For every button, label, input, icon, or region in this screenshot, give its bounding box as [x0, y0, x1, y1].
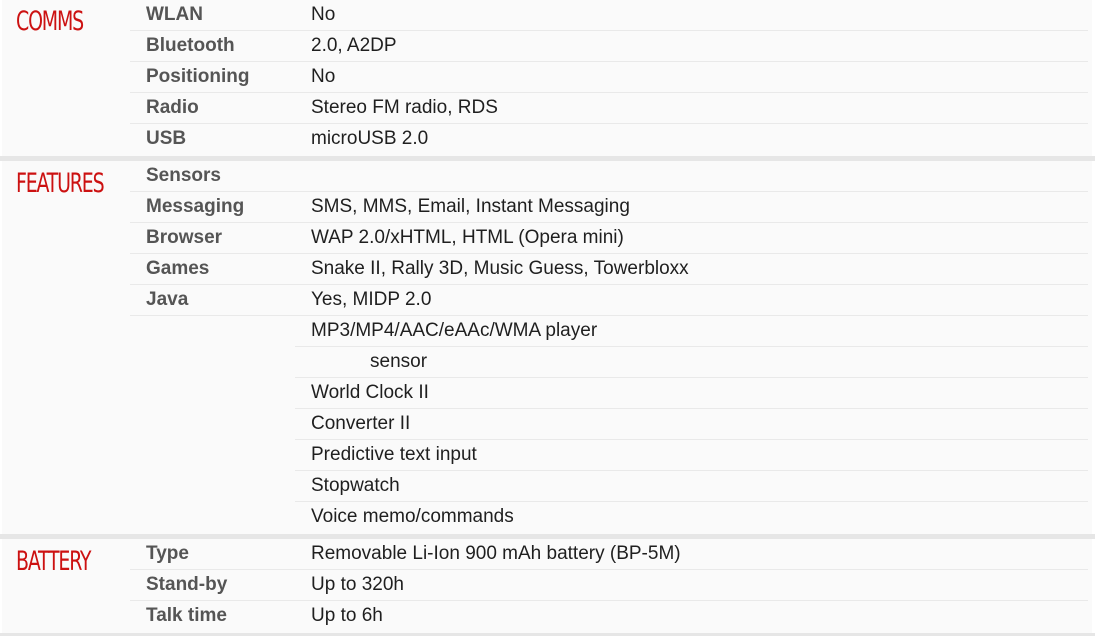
- spec-row-extra: Stopwatch: [295, 471, 1088, 502]
- spec-label: Type: [146, 543, 189, 564]
- spec-row-extra: sensor: [295, 347, 1088, 378]
- spec-label: USB: [146, 128, 187, 149]
- spec-row-radio: Radio Stereo FM radio, RDS: [130, 93, 1088, 124]
- spec-label: Games: [146, 258, 210, 279]
- spec-value: sensor: [370, 351, 428, 372]
- spec-value: Stereo FM radio, RDS: [311, 97, 498, 118]
- spec-label: WLAN: [146, 4, 203, 25]
- spec-value: microUSB 2.0: [311, 128, 429, 149]
- spec-value: Predictive text input: [311, 444, 477, 465]
- spec-label: Positioning: [146, 66, 250, 87]
- spec-value: No: [311, 66, 336, 87]
- spec-value: WAP 2.0/xHTML, HTML (Opera mini): [311, 227, 624, 248]
- section-title-features: FEATURES: [16, 168, 105, 199]
- spec-value: Up to 320h: [311, 574, 404, 595]
- spec-row-sensors: Sensors: [130, 161, 1088, 192]
- spec-row-games: Games Snake II, Rally 3D, Music Guess, T…: [130, 254, 1088, 285]
- spec-row-extra: World Clock II: [295, 378, 1088, 409]
- spec-row-browser: Browser WAP 2.0/xHTML, HTML (Opera mini): [130, 223, 1088, 254]
- spec-row-usb: USB microUSB 2.0: [130, 124, 1088, 155]
- spec-row-type: Type Removable Li-Ion 900 mAh battery (B…: [130, 539, 1088, 570]
- spec-value: Snake II, Rally 3D, Music Guess, Towerbl…: [311, 258, 689, 279]
- spec-label: Sensors: [146, 165, 221, 186]
- spec-value: Removable Li-Ion 900 mAh battery (BP-5M): [311, 543, 681, 564]
- spec-row-wlan: WLAN No: [130, 0, 1088, 31]
- section-features: FEATURES Sensors Messaging SMS, MMS, Ema…: [2, 161, 1092, 534]
- spec-row-extra: Predictive text input: [295, 440, 1088, 471]
- spec-label: Talk time: [146, 605, 227, 626]
- spec-value: Stopwatch: [311, 475, 400, 496]
- spec-row-positioning: Positioning No: [130, 62, 1088, 93]
- spec-row-standby: Stand-by Up to 320h: [130, 570, 1088, 601]
- spec-label: Messaging: [146, 196, 245, 217]
- spec-value: MP3/MP4/AAC/eAAc/WMA player: [311, 320, 598, 341]
- section-battery: BATTERY Type Removable Li-Ion 900 mAh ba…: [2, 539, 1092, 633]
- spec-row-extra: Voice memo/commands: [295, 502, 1088, 533]
- spec-row-java: Java Yes, MIDP 2.0: [130, 285, 1088, 316]
- spec-value: No: [311, 4, 336, 25]
- section-title-comms: COMMS: [16, 6, 84, 37]
- spec-value: 2.0, A2DP: [311, 35, 397, 56]
- spec-value: SMS, MMS, Email, Instant Messaging: [311, 196, 630, 217]
- spec-value: World Clock II: [311, 382, 429, 403]
- spec-row-extra: Converter II: [295, 409, 1088, 440]
- spec-value: Yes, MIDP 2.0: [311, 289, 432, 310]
- spec-row-extra: MP3/MP4/AAC/eAAc/WMA player: [295, 316, 1088, 347]
- spec-row-talk-time: Talk time Up to 6h: [130, 601, 1088, 632]
- spec-row-messaging: Messaging SMS, MMS, Email, Instant Messa…: [130, 192, 1088, 223]
- specs-table: COMMS WLAN No Bluetooth 2.0, A2DP Positi…: [0, 0, 1095, 636]
- spec-label: Radio: [146, 97, 199, 118]
- section-title-battery: BATTERY: [16, 546, 91, 577]
- spec-label: Browser: [146, 227, 223, 248]
- spec-label: Java: [146, 289, 189, 310]
- spec-label: Bluetooth: [146, 35, 235, 56]
- spec-row-bluetooth: Bluetooth 2.0, A2DP: [130, 31, 1088, 62]
- section-comms: COMMS WLAN No Bluetooth 2.0, A2DP Positi…: [2, 0, 1092, 156]
- spec-value: Voice memo/commands: [311, 506, 514, 527]
- spec-value: Converter II: [311, 413, 411, 434]
- spec-value: Up to 6h: [311, 605, 383, 626]
- spec-label: Stand-by: [146, 574, 228, 595]
